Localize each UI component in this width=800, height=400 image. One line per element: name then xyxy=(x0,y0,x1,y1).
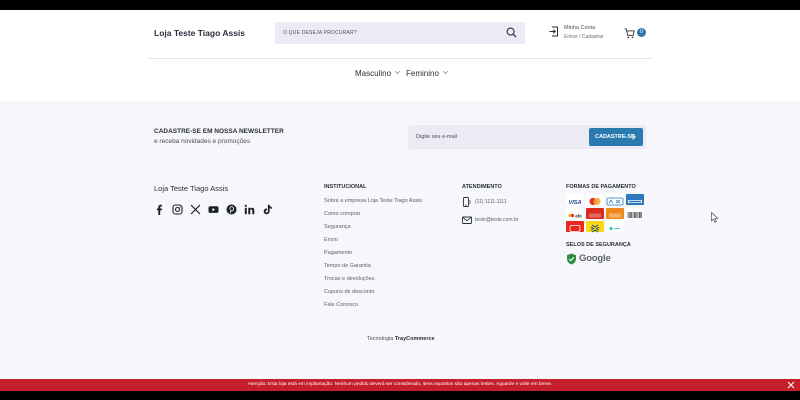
search-icon[interactable] xyxy=(506,27,517,38)
mouse-cursor-icon xyxy=(711,212,719,223)
newsletter-title: CADASTRE-SE EM NOSSA NEWSLETTER xyxy=(154,128,284,135)
footer-store-name: Loja Teste Tiago Assis xyxy=(154,184,229,193)
login-icon xyxy=(549,26,558,37)
footer-link-trocas[interactable]: Trocas e devoluções xyxy=(324,276,375,282)
warning-text: Atenção: Esta loja está em implantação. … xyxy=(247,382,553,387)
newsletter-subtitle: e receba novidades e promoções xyxy=(154,138,251,145)
diners-icon xyxy=(606,208,624,219)
footer-link-fale-conosco[interactable]: Fale Conosco xyxy=(324,302,358,308)
store-logo[interactable]: Loja Teste Tiago Assis xyxy=(154,28,245,38)
youtube-icon[interactable] xyxy=(208,202,219,213)
newsletter-button-label: CADASTRE-SE xyxy=(595,134,635,140)
hiper-icon xyxy=(566,221,584,232)
facebook-icon[interactable] xyxy=(154,202,165,215)
linkedin-icon[interactable] xyxy=(244,202,255,215)
main-nav: Masculino Feminino xyxy=(0,59,800,101)
top-black-bar xyxy=(0,0,800,10)
x-icon[interactable] xyxy=(190,202,201,215)
cart-button[interactable]: 0 xyxy=(624,27,646,41)
nav-item-label: Feminino xyxy=(406,69,439,78)
chevron-right-icon xyxy=(632,134,636,140)
seguranca-title: SELOS DE SEGURANÇA xyxy=(566,242,631,248)
footer-link-envio[interactable]: Envio xyxy=(324,237,338,243)
newsletter-email-input[interactable] xyxy=(416,131,586,143)
tech-credit: Tecnologia TrayCommerce xyxy=(367,336,435,342)
shield-check-icon xyxy=(567,253,576,265)
footer-link-cupons[interactable]: Cupons de desconto xyxy=(324,289,374,295)
tech-brand[interactable]: TrayCommerce xyxy=(395,336,435,342)
pix-icon xyxy=(606,221,624,232)
mastercard-icon xyxy=(586,194,604,206)
pinterest-icon[interactable] xyxy=(226,202,237,215)
chevron-down-icon xyxy=(395,71,400,74)
newsletter-submit-button[interactable]: CADASTRE-SE xyxy=(589,128,643,146)
google-seal-label: Google xyxy=(579,253,611,264)
institucional-title: INSTITUCIONAL xyxy=(324,184,367,190)
instagram-icon[interactable] xyxy=(172,202,183,215)
atendimento-title: ATENDIMENTO xyxy=(462,184,502,190)
banco-do-brasil-icon xyxy=(586,221,604,233)
newsletter-form: CADASTRE-SE xyxy=(408,125,646,149)
account-title: Minha Conta xyxy=(564,25,596,31)
cart-icon xyxy=(624,28,635,39)
phone-icon xyxy=(463,197,471,207)
svg-text:elo: elo xyxy=(575,213,582,218)
nav-item-masculino[interactable]: Masculino xyxy=(355,69,400,78)
amex-icon xyxy=(606,194,624,206)
footer-link-sobre[interactable]: Sobre a empresa Loja Teste Tiago Assis xyxy=(324,198,422,204)
tiktok-icon[interactable] xyxy=(262,202,273,215)
search-input[interactable] xyxy=(283,27,503,39)
elo-icon: elo xyxy=(566,208,584,219)
phone-number: (11) 1111-1111 xyxy=(475,199,507,205)
mail-icon xyxy=(462,216,472,224)
warning-banner: Atenção: Esta loja está em implantação. … xyxy=(0,379,800,391)
search-bar xyxy=(275,22,525,44)
bottom-black-bar xyxy=(0,391,800,400)
amex-card-icon xyxy=(626,194,644,205)
hipercard-icon xyxy=(586,208,604,219)
nav-item-label: Masculino xyxy=(355,69,392,78)
footer-link-garantia[interactable]: Tempo de Garantia xyxy=(324,263,371,269)
pagamento-title: FORMAS DE PAGAMENTO xyxy=(566,184,636,190)
footer-link-seguranca[interactable]: Segurança xyxy=(324,224,351,230)
google-safe-seal[interactable]: Google xyxy=(566,252,611,265)
site-header: Loja Teste Tiago Assis Minha Conta Entra… xyxy=(0,10,800,59)
email-address: teste@teste.com.br xyxy=(475,217,519,223)
close-icon[interactable] xyxy=(787,381,795,389)
account-subtitle: Entrar / Cadastrar xyxy=(564,34,604,40)
nav-item-feminino[interactable]: Feminino xyxy=(406,69,448,78)
tech-prefix: Tecnologia xyxy=(367,336,394,342)
cart-count-badge: 0 xyxy=(637,28,646,37)
footer-link-como-comprar[interactable]: Como comprar xyxy=(324,211,360,217)
svg-text:VISA: VISA xyxy=(569,200,582,206)
boleto-icon xyxy=(626,208,644,219)
visa-icon: VISA xyxy=(566,194,584,206)
footer-link-pagamento[interactable]: Pagamento xyxy=(324,250,352,256)
chevron-down-icon xyxy=(443,71,448,74)
